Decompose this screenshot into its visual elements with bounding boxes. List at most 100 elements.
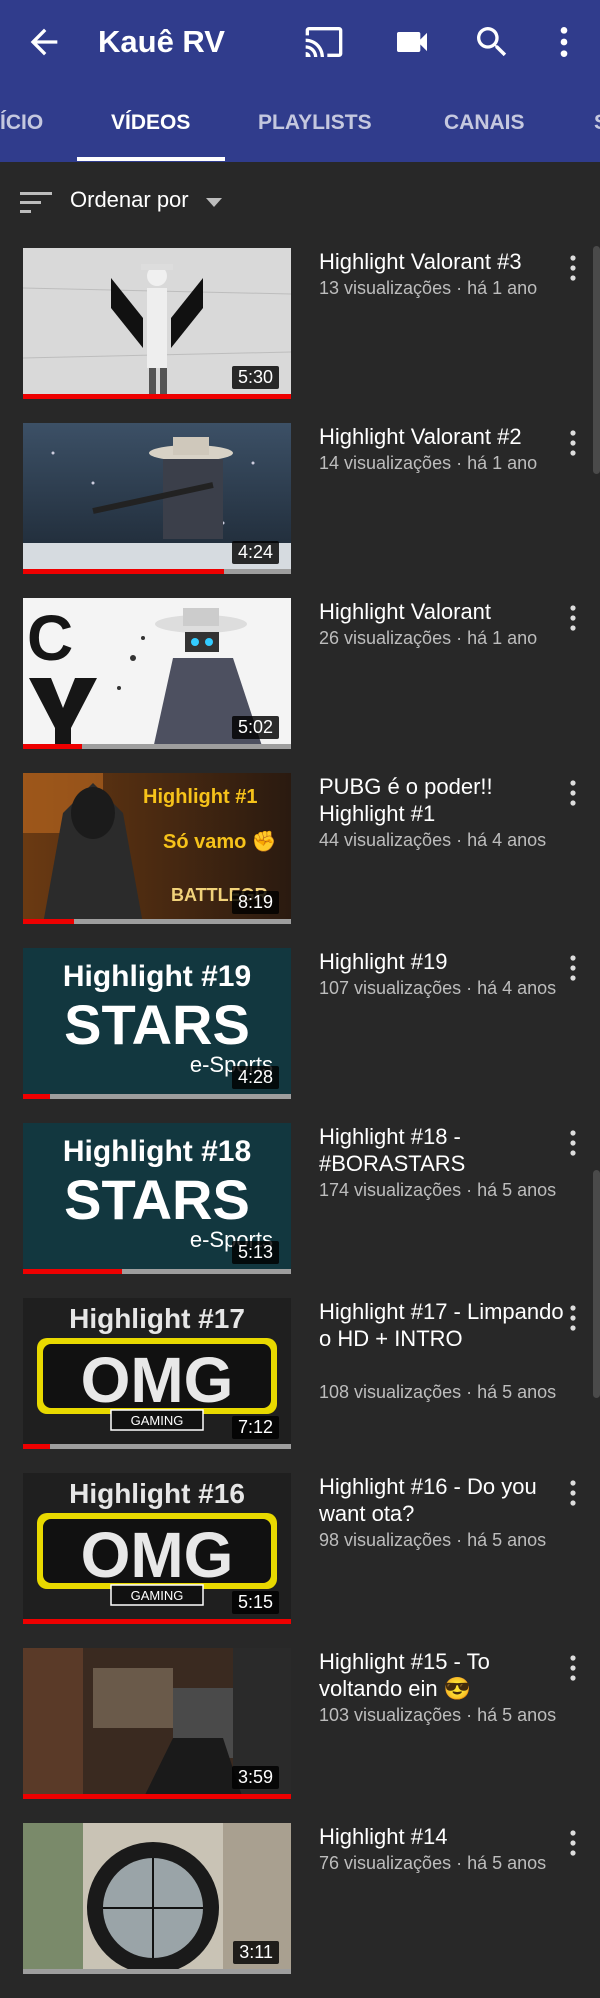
video-meta: 44 visualizações · há 4 anos [319,830,547,850]
tab-videos[interactable]: VÍDEOS [111,111,190,135]
watch-progress-bar [23,1969,291,1974]
video-duration: 5:15 [231,1591,279,1614]
video-item[interactable]: Highlight #1 Só vamo ✊ BATTLEGR 8:19 PUB… [0,773,600,948]
watch-progress-fill [23,1619,291,1624]
watch-progress-bar [23,1794,291,1799]
video-thumbnail[interactable]: Highlight #17 OMG GAMING 7:12 [23,1298,291,1449]
video-duration: 5:30 [231,366,279,389]
watch-progress-bar [23,1269,291,1274]
tab-inicio[interactable]: ÍCIO [0,111,43,135]
channel-tabs: ÍCIO VÍDEOS PLAYLISTS CANAIS S [0,95,600,162]
video-item[interactable]: Highlight #16 OMG GAMING 5:15 Highlight … [0,1473,600,1648]
video-title[interactable]: Highlight #18 - #BORASTARS [319,1123,569,1177]
cast-icon[interactable] [304,22,344,62]
video-item[interactable]: 3:11 Highlight #14 76 visualizações · há… [0,1823,600,1998]
watch-progress-bar [23,1094,291,1099]
app-bar: Kauê RV ÍCIO VÍDEOS PLAYLISTS CANAIS S [0,0,600,162]
video-thumbnail[interactable]: Highlight #19 STARS e-Sports 4:28 [23,948,291,1099]
video-thumbnail[interactable]: 3:11 [23,1823,291,1974]
video-duration: 8:19 [231,891,279,914]
video-item[interactable]: 3:59 Highlight #15 - To voltando ein 😎 1… [0,1648,600,1823]
video-title[interactable]: Highlight #17 - Limpando o HD + INTRO [319,1298,569,1352]
video-duration: 5:13 [231,1241,279,1264]
more-vert-icon[interactable] [562,604,584,632]
more-vert-icon[interactable] [562,1479,584,1507]
more-vert-icon[interactable] [544,22,584,62]
thumbnail-text: STARS [64,993,250,1056]
watch-progress-bar [23,1619,291,1624]
video-title[interactable]: Highlight #19 [319,948,569,975]
video-title[interactable]: Highlight #16 - Do you want ota? [319,1473,569,1527]
dropdown-caret-icon [206,198,222,207]
video-meta: 107 visualizações · há 4 anos [319,978,557,998]
video-duration: 4:24 [231,541,279,564]
video-title[interactable]: Highlight #14 [319,1823,569,1850]
video-item[interactable]: Highlight #18 STARS e-Sports 5:13 Highli… [0,1123,600,1298]
thumbnail-text: Highlight #1 [143,786,257,808]
tab-next[interactable]: S [594,111,600,135]
sort-icon [20,192,52,213]
watch-progress-fill [23,744,82,749]
more-vert-icon[interactable] [562,1654,584,1682]
watch-progress-fill [23,1444,50,1449]
thumbnail-text: Highlight #17 [69,1303,245,1334]
video-title[interactable]: Highlight Valorant #2 [319,423,569,450]
sort-bar[interactable]: Ordenar por [0,162,600,240]
sort-label: Ordenar por [70,187,189,212]
video-thumbnail[interactable]: 4:24 [23,423,291,574]
more-vert-icon[interactable] [562,429,584,457]
thumbnail-text: GAMING [131,1413,184,1428]
tab-canais[interactable]: CANAIS [444,111,525,135]
thumbnail-text: STARS [64,1168,250,1231]
video-meta: 13 visualizações · há 1 ano [319,278,538,298]
watch-progress-bar [23,744,291,749]
watch-progress-bar [23,569,291,574]
thumbnail-logo-letter: C [27,602,73,674]
more-vert-icon[interactable] [562,1129,584,1157]
thumbnail-text: GAMING [131,1588,184,1603]
watch-progress-fill [23,1794,291,1799]
thumbnail-text: OMG [81,1344,234,1416]
more-vert-icon[interactable] [562,779,584,807]
more-vert-icon[interactable] [562,1304,584,1332]
video-thumbnail[interactable]: C 5:02 [23,598,291,749]
video-meta: 26 visualizações · há 1 ano [319,628,538,648]
search-icon[interactable] [472,22,512,62]
video-camera-icon[interactable] [392,22,432,62]
video-item[interactable]: Highlight #17 OMG GAMING 7:12 Highlight … [0,1298,600,1473]
thumbnail-text: Highlight #18 [63,1135,251,1168]
video-thumbnail[interactable]: Highlight #18 STARS e-Sports 5:13 [23,1123,291,1274]
video-thumbnail[interactable]: Highlight #16 OMG GAMING 5:15 [23,1473,291,1624]
active-tab-indicator [77,157,225,161]
tab-playlists[interactable]: PLAYLISTS [258,111,372,135]
watch-progress-fill [23,919,74,924]
video-item[interactable]: C 5:02 Highlight Valorant 26 visualizaçõ… [0,598,600,773]
video-item[interactable]: 5:30 Highlight Valorant #3 13 visualizaç… [0,248,600,423]
thumbnail-text: Só vamo ✊ [163,830,277,853]
video-title[interactable]: PUBG é o poder!! Highlight #1 [319,773,569,827]
video-thumbnail[interactable]: 3:59 [23,1648,291,1799]
watch-progress-fill [23,569,224,574]
watch-progress-bar [23,919,291,924]
video-title[interactable]: Highlight Valorant [319,598,569,625]
video-title[interactable]: Highlight Valorant #3 [319,248,569,275]
more-vert-icon[interactable] [562,254,584,282]
thumbnail-text: OMG [81,1519,234,1591]
more-vert-icon[interactable] [562,1829,584,1857]
watch-progress-bar [23,1444,291,1449]
video-duration: 5:02 [231,716,279,739]
video-duration: 4:28 [231,1066,279,1089]
video-item[interactable]: Highlight #19 STARS e-Sports 4:28 Highli… [0,948,600,1123]
watch-progress-fill [23,394,291,399]
watch-progress-fill [23,1269,123,1274]
thumbnail-text: Highlight #19 [63,960,251,993]
thumbnail-text: Highlight #16 [69,1478,245,1509]
back-arrow-icon[interactable] [24,22,64,62]
video-thumbnail[interactable]: Highlight #1 Só vamo ✊ BATTLEGR 8:19 [23,773,291,924]
more-vert-icon[interactable] [562,954,584,982]
watch-progress-bar [23,394,291,399]
video-meta: 108 visualizações · há 5 anos [319,1382,557,1402]
video-item[interactable]: 4:24 Highlight Valorant #2 14 visualizaç… [0,423,600,598]
video-thumbnail[interactable]: 5:30 [23,248,291,399]
video-title[interactable]: Highlight #15 - To voltando ein 😎 [319,1648,569,1702]
